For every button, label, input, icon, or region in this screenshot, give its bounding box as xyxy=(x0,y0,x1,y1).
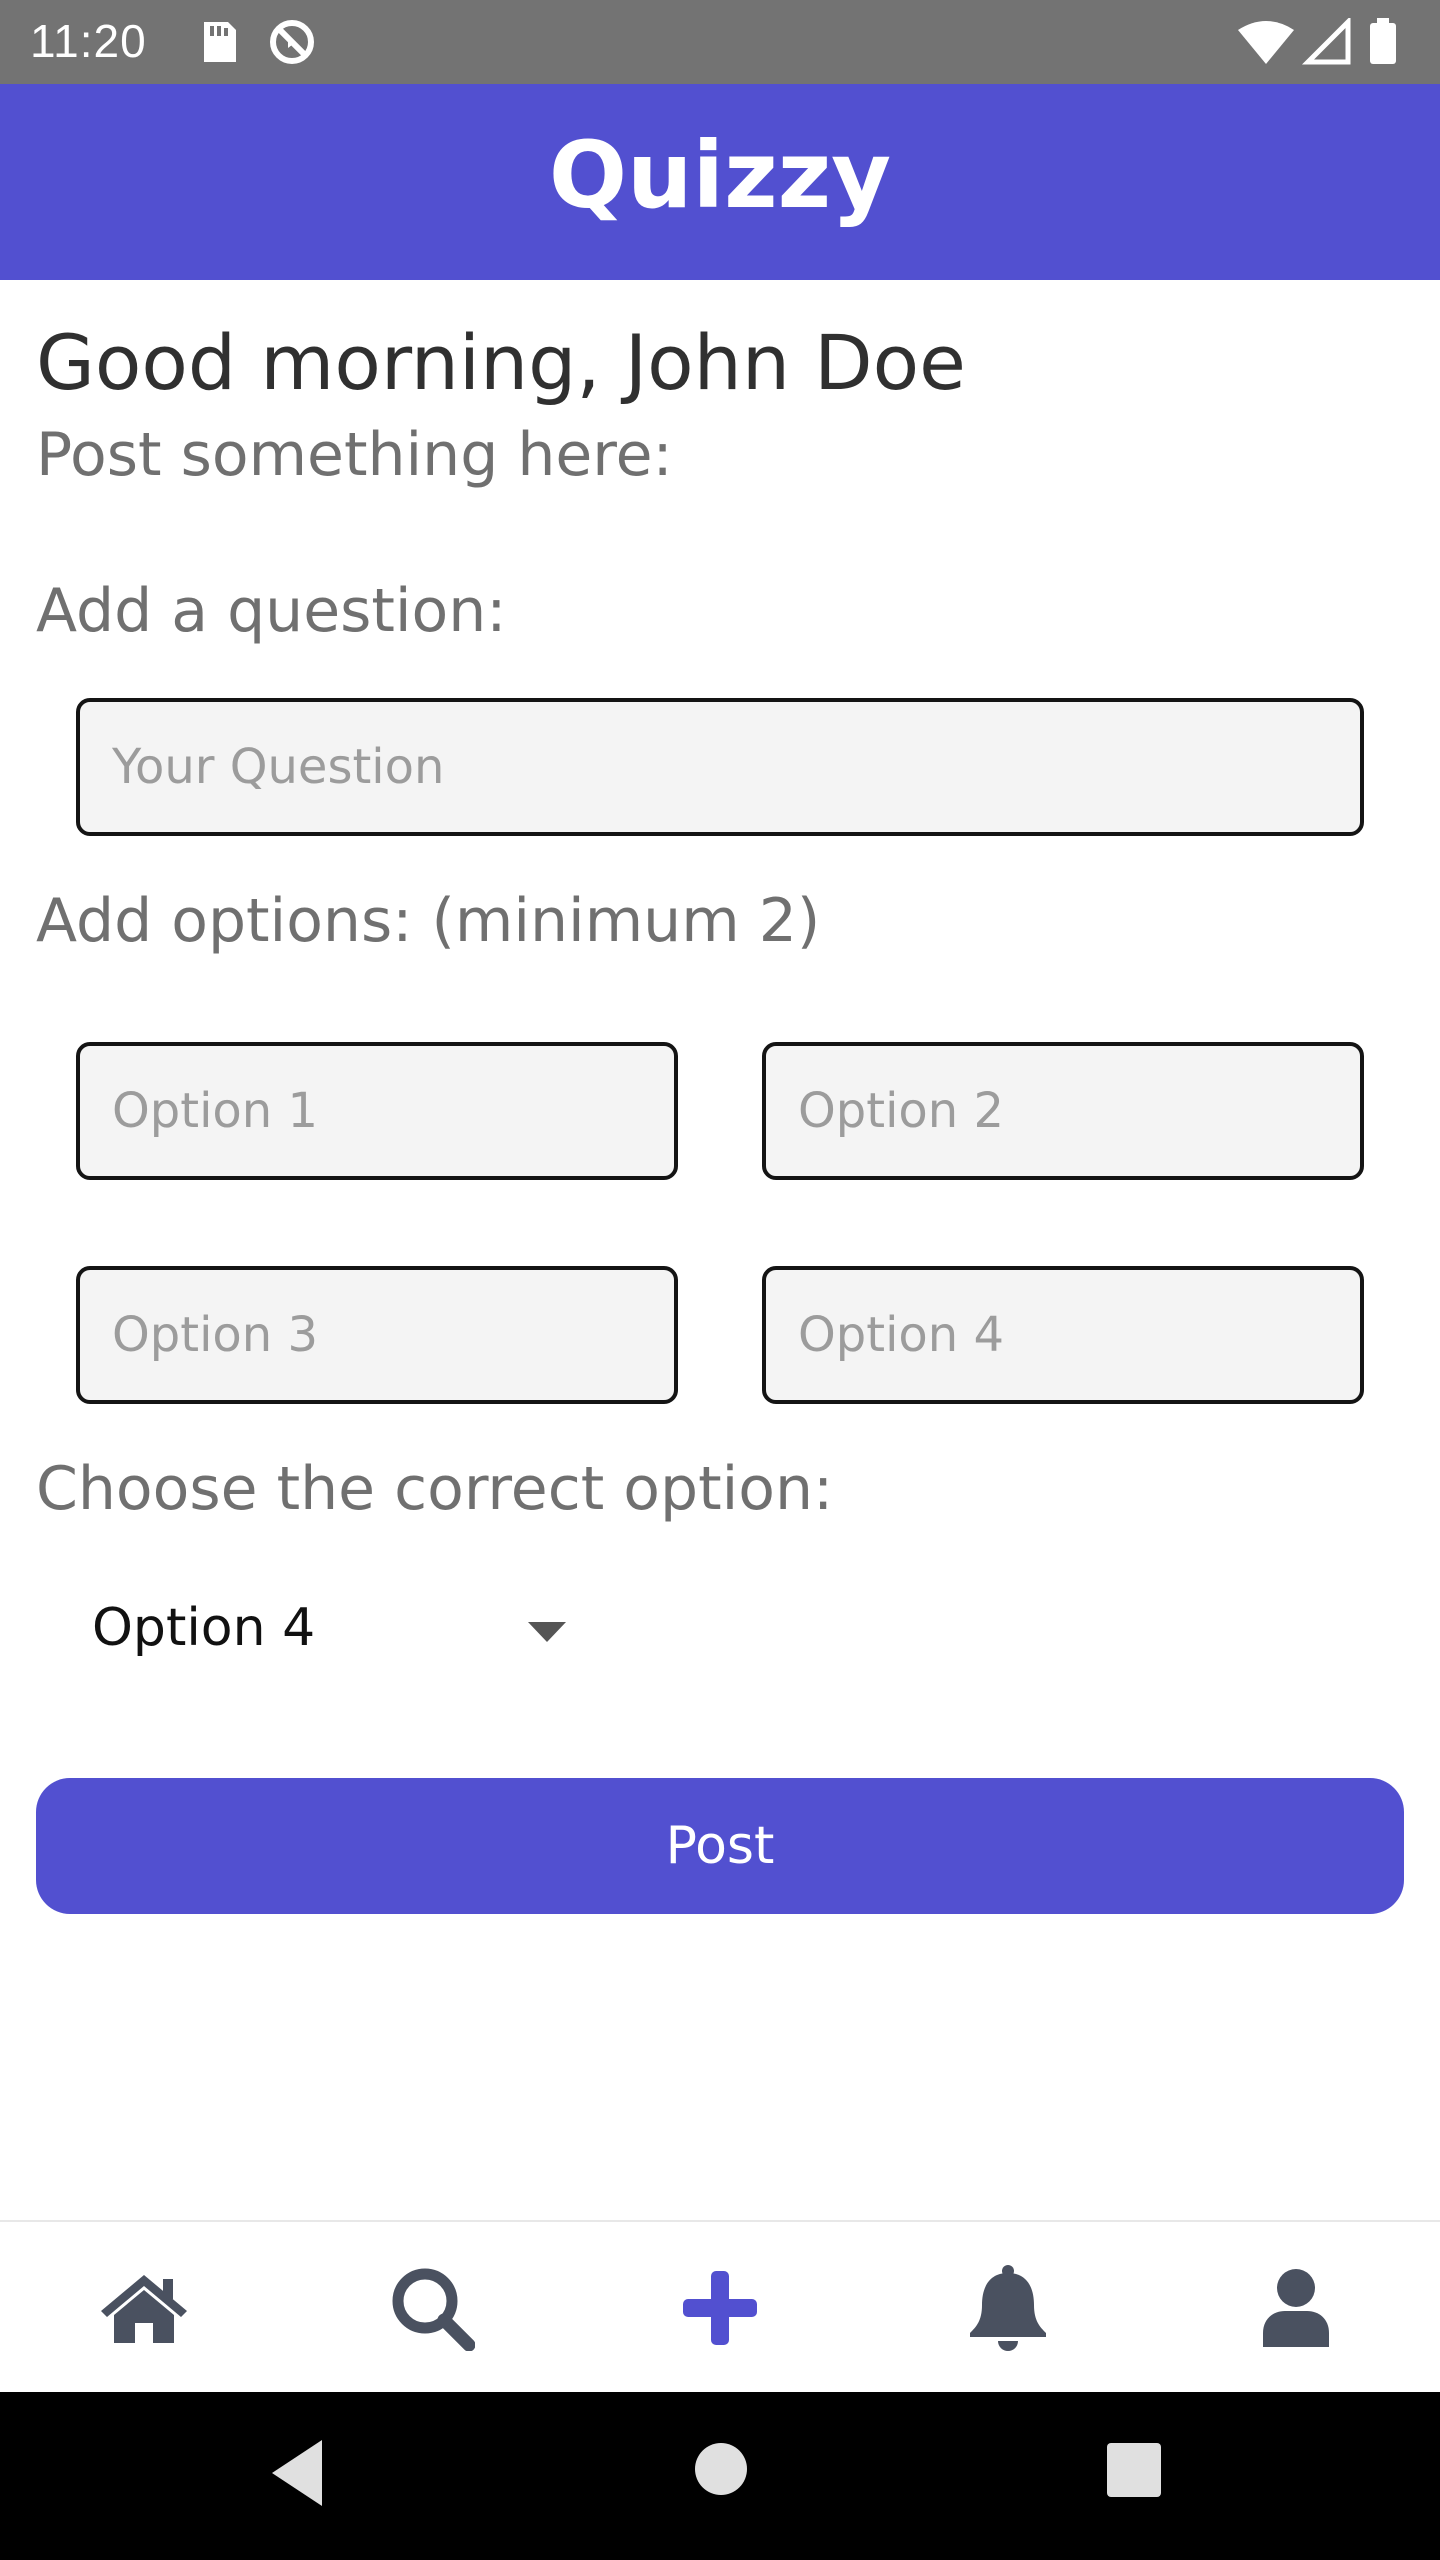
cell-signal-icon xyxy=(1301,15,1351,65)
option-4-input[interactable] xyxy=(766,1270,1360,1400)
option-2-field xyxy=(762,1042,1364,1180)
status-left-icons xyxy=(196,18,326,70)
home-icon xyxy=(101,2275,187,2343)
option-3-field xyxy=(76,1266,678,1404)
battery-icon xyxy=(1370,18,1396,64)
app-title: Quizzy xyxy=(548,122,892,229)
plus-icon xyxy=(683,2271,757,2345)
option-2-input[interactable] xyxy=(766,1046,1360,1176)
nav-search[interactable] xyxy=(288,2222,576,2394)
dropdown-selected-value: Option 4 xyxy=(92,1598,316,1658)
back-icon[interactable] xyxy=(270,2438,330,2508)
no-sync-icon xyxy=(270,20,314,64)
system-nav-bar xyxy=(0,2392,1440,2560)
question-label: Add a question: xyxy=(36,576,507,646)
correct-option-label: Choose the correct option: xyxy=(36,1454,834,1524)
status-right-icons xyxy=(1236,15,1406,70)
bottom-nav xyxy=(0,2220,1440,2392)
option-4-field xyxy=(762,1266,1364,1404)
question-input[interactable] xyxy=(80,702,1360,832)
subtitle-text: Post something here: xyxy=(36,420,673,490)
sd-card-icon xyxy=(204,22,236,62)
wifi-icon xyxy=(1238,21,1294,64)
post-button[interactable]: Post xyxy=(36,1778,1404,1914)
option-1-field xyxy=(76,1042,678,1180)
recents-icon[interactable] xyxy=(1106,2442,1162,2498)
option-1-input[interactable] xyxy=(80,1046,674,1176)
status-time: 11:20 xyxy=(30,15,147,67)
option-3-input[interactable] xyxy=(80,1270,674,1400)
status-bar: 11:20 xyxy=(0,0,1440,84)
caret-down-icon xyxy=(528,1622,566,1642)
correct-option-dropdown[interactable]: Option 4 xyxy=(72,1590,566,1670)
bell-icon xyxy=(970,2265,1046,2351)
nav-notifications[interactable] xyxy=(864,2222,1152,2394)
nav-add[interactable] xyxy=(576,2222,864,2394)
nav-home[interactable] xyxy=(0,2222,288,2394)
app-bar: Quizzy xyxy=(0,84,1440,280)
options-label: Add options: (minimum 2) xyxy=(36,886,821,956)
home-button-icon[interactable] xyxy=(694,2442,748,2496)
search-icon xyxy=(392,2268,475,2351)
nav-profile[interactable] xyxy=(1152,2222,1440,2394)
question-field xyxy=(76,698,1364,836)
user-icon xyxy=(1263,2269,1329,2347)
greeting-text: Good morning, John Doe xyxy=(36,318,966,407)
